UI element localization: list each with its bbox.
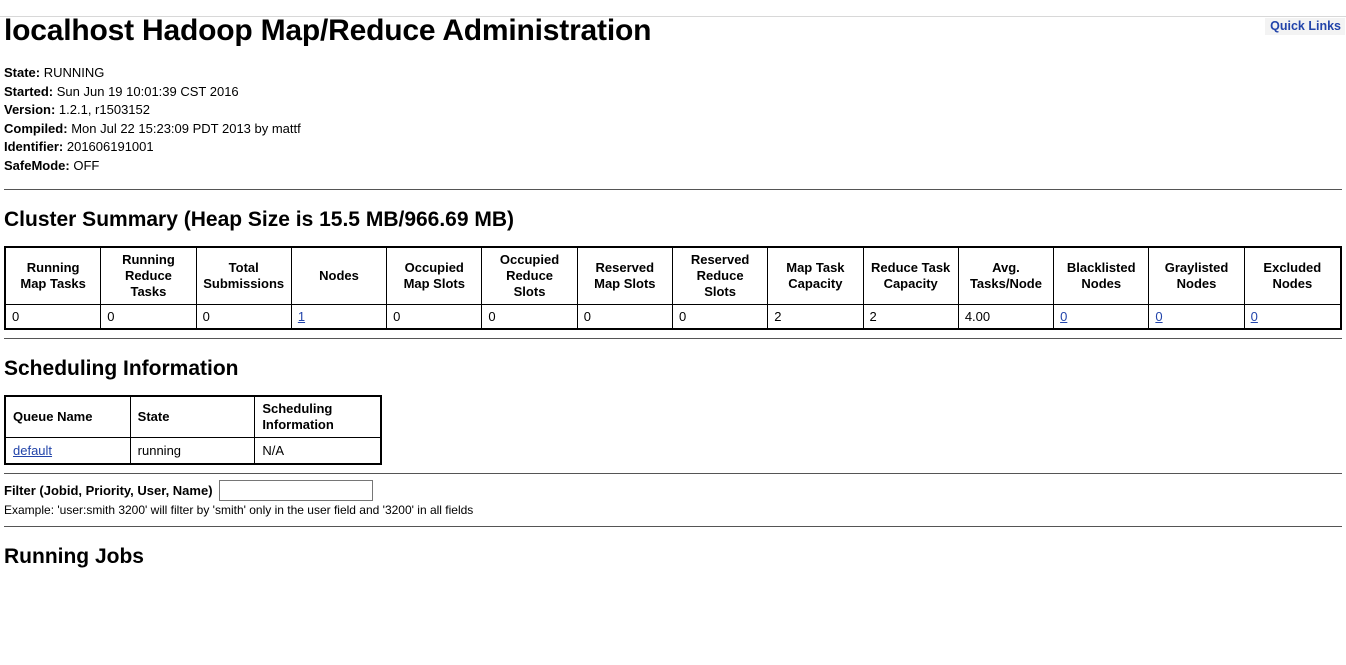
queue-state-cell: running: [131, 438, 256, 463]
cluster-summary-table: Running Map Tasks Running Reduce Tasks Tot…: [4, 246, 1342, 330]
cluster-value-cell: 2: [768, 305, 864, 328]
cluster-column-header: Occupied Reduce Slots: [482, 248, 578, 305]
quick-links-link[interactable]: Quick Links: [1270, 19, 1341, 33]
info-value-started: Sun Jun 19 10:01:39 CST 2016: [56, 83, 239, 99]
filter-label: Filter (Jobid, Priority, User, Name): [4, 483, 213, 498]
cluster-value-cell[interactable]: 0: [1149, 305, 1245, 328]
info-value-version: 1.2.1, r1503152: [58, 102, 150, 117]
cluster-column-header: Running Reduce Tasks: [101, 248, 197, 305]
info-row-state: State: RUNNING: [4, 64, 1342, 83]
info-label-state: State:: [4, 65, 41, 80]
scheduling-column-header: Queue Name: [6, 397, 131, 438]
page-root: Quick Links localhost Hadoop Map/Reduce …: [0, 14, 1346, 569]
cluster-column-header: Reserved Reduce Slots: [672, 248, 769, 305]
top-divider-line: [0, 16, 1346, 17]
cluster-info-block: State: RUNNING Started: Sun Jun 19 10:01…: [4, 64, 1342, 175]
cluster-value-link[interactable]: 1: [298, 309, 305, 324]
info-value-safemode: OFF: [73, 157, 100, 173]
cluster-value-link[interactable]: 0: [1060, 309, 1067, 324]
info-label-safemode: SafeMode:: [4, 157, 70, 173]
info-value-compiled: Mon Jul 22 15:23:09 PDT 2013 by mattf: [71, 120, 301, 136]
scheduling-information-heading: Scheduling Information: [4, 357, 239, 380]
cluster-column-header: Graylisted Nodes: [1149, 248, 1245, 305]
cluster-value-cell: 0: [482, 305, 578, 328]
cluster-value-cell[interactable]: 0: [1245, 305, 1340, 328]
cluster-value-cell[interactable]: 0: [1054, 305, 1150, 328]
cluster-column-header: Reserved Map Slots: [577, 248, 673, 305]
cluster-value-cell: 2: [864, 305, 959, 328]
info-value-state: RUNNING: [43, 65, 105, 80]
queue-name-link[interactable]: default: [13, 443, 52, 458]
cluster-value-link[interactable]: 0: [1155, 309, 1162, 324]
cluster-value-cell: 0: [387, 305, 483, 328]
queue-scheduling-info-cell: N/A: [262, 443, 284, 458]
cluster-column-header: Avg. Tasks/Node: [958, 248, 1055, 305]
cluster-value-cell: 0: [673, 305, 769, 328]
cluster-summary-heading: Cluster Summary (Heap Size is 15.5 MB/96…: [4, 208, 515, 231]
cluster-column-header: Occupied Map Slots: [387, 248, 483, 305]
cluster-summary-value-row: 0 0 0 1 0 0 0 0 2 2 4.00 0 0 0: [6, 305, 1340, 328]
info-label-started: Started:: [4, 83, 54, 99]
filter-row: Filter (Jobid, Priority, User, Name): [4, 480, 1342, 501]
filter-input[interactable]: [218, 480, 373, 501]
scheduling-column-header: Scheduling Information: [255, 397, 380, 438]
quick-links-container: Quick Links: [1265, 18, 1345, 35]
divider-after-filter: [4, 526, 1342, 527]
cluster-column-header: Excluded Nodes: [1244, 248, 1340, 305]
cluster-column-header: Map Task Capacity: [768, 248, 864, 305]
cluster-value-cell[interactable]: 1: [292, 305, 388, 328]
info-row-compiled: Compiled: Mon Jul 22 15:23:09 PDT 2013 b…: [4, 120, 1342, 139]
running-jobs-heading: Running Jobs: [4, 545, 144, 568]
divider-after-info: [4, 189, 1342, 190]
cluster-value-link[interactable]: 0: [1251, 309, 1258, 324]
scheduling-header-row: Queue Name State Scheduling Information: [6, 397, 380, 438]
cluster-column-header: Blacklisted Nodes: [1054, 248, 1150, 305]
table-row: default running N/A: [6, 438, 380, 463]
cluster-value-cell: 0: [6, 305, 102, 328]
filter-example-text: Example: 'user:smith 3200' will filter b…: [4, 503, 474, 517]
cluster-column-header: Total Submissions: [196, 248, 292, 305]
cluster-column-header: Reduce Task Capacity: [863, 248, 959, 305]
cluster-value-cell: 0: [197, 305, 292, 328]
cluster-column-header: Nodes: [291, 248, 388, 305]
divider-after-cluster-summary: [4, 338, 1342, 339]
queue-name-cell[interactable]: default: [6, 438, 131, 463]
info-row-version: Version: 1.2.1, r1503152: [4, 101, 1342, 120]
page-title: localhost Hadoop Map/Reduce Administrati…: [4, 14, 652, 47]
info-row-identifier: Identifier: 201606191001: [4, 138, 1342, 157]
cluster-value-cell: 0: [578, 305, 673, 328]
info-row-safemode: SafeMode: OFF: [4, 157, 1342, 176]
info-label-identifier: Identifier:: [4, 139, 64, 154]
info-label-version: Version:: [4, 102, 56, 117]
cluster-value-cell: 0: [101, 305, 197, 328]
divider-after-scheduling: [4, 473, 1342, 474]
cluster-column-header: Running Map Tasks: [6, 248, 102, 305]
cluster-value-cell: 4.00: [959, 305, 1055, 328]
info-value-identifier: 201606191001: [66, 139, 154, 154]
scheduling-column-header: State: [130, 397, 256, 438]
cluster-summary-header-row: Running Map Tasks Running Reduce Tasks Tot…: [6, 248, 1340, 305]
scheduling-information-table: Queue Name State Scheduling Information de…: [4, 395, 382, 465]
info-label-compiled: Compiled:: [4, 120, 68, 136]
info-row-started: Started: Sun Jun 19 10:01:39 CST 2016: [4, 83, 1342, 102]
